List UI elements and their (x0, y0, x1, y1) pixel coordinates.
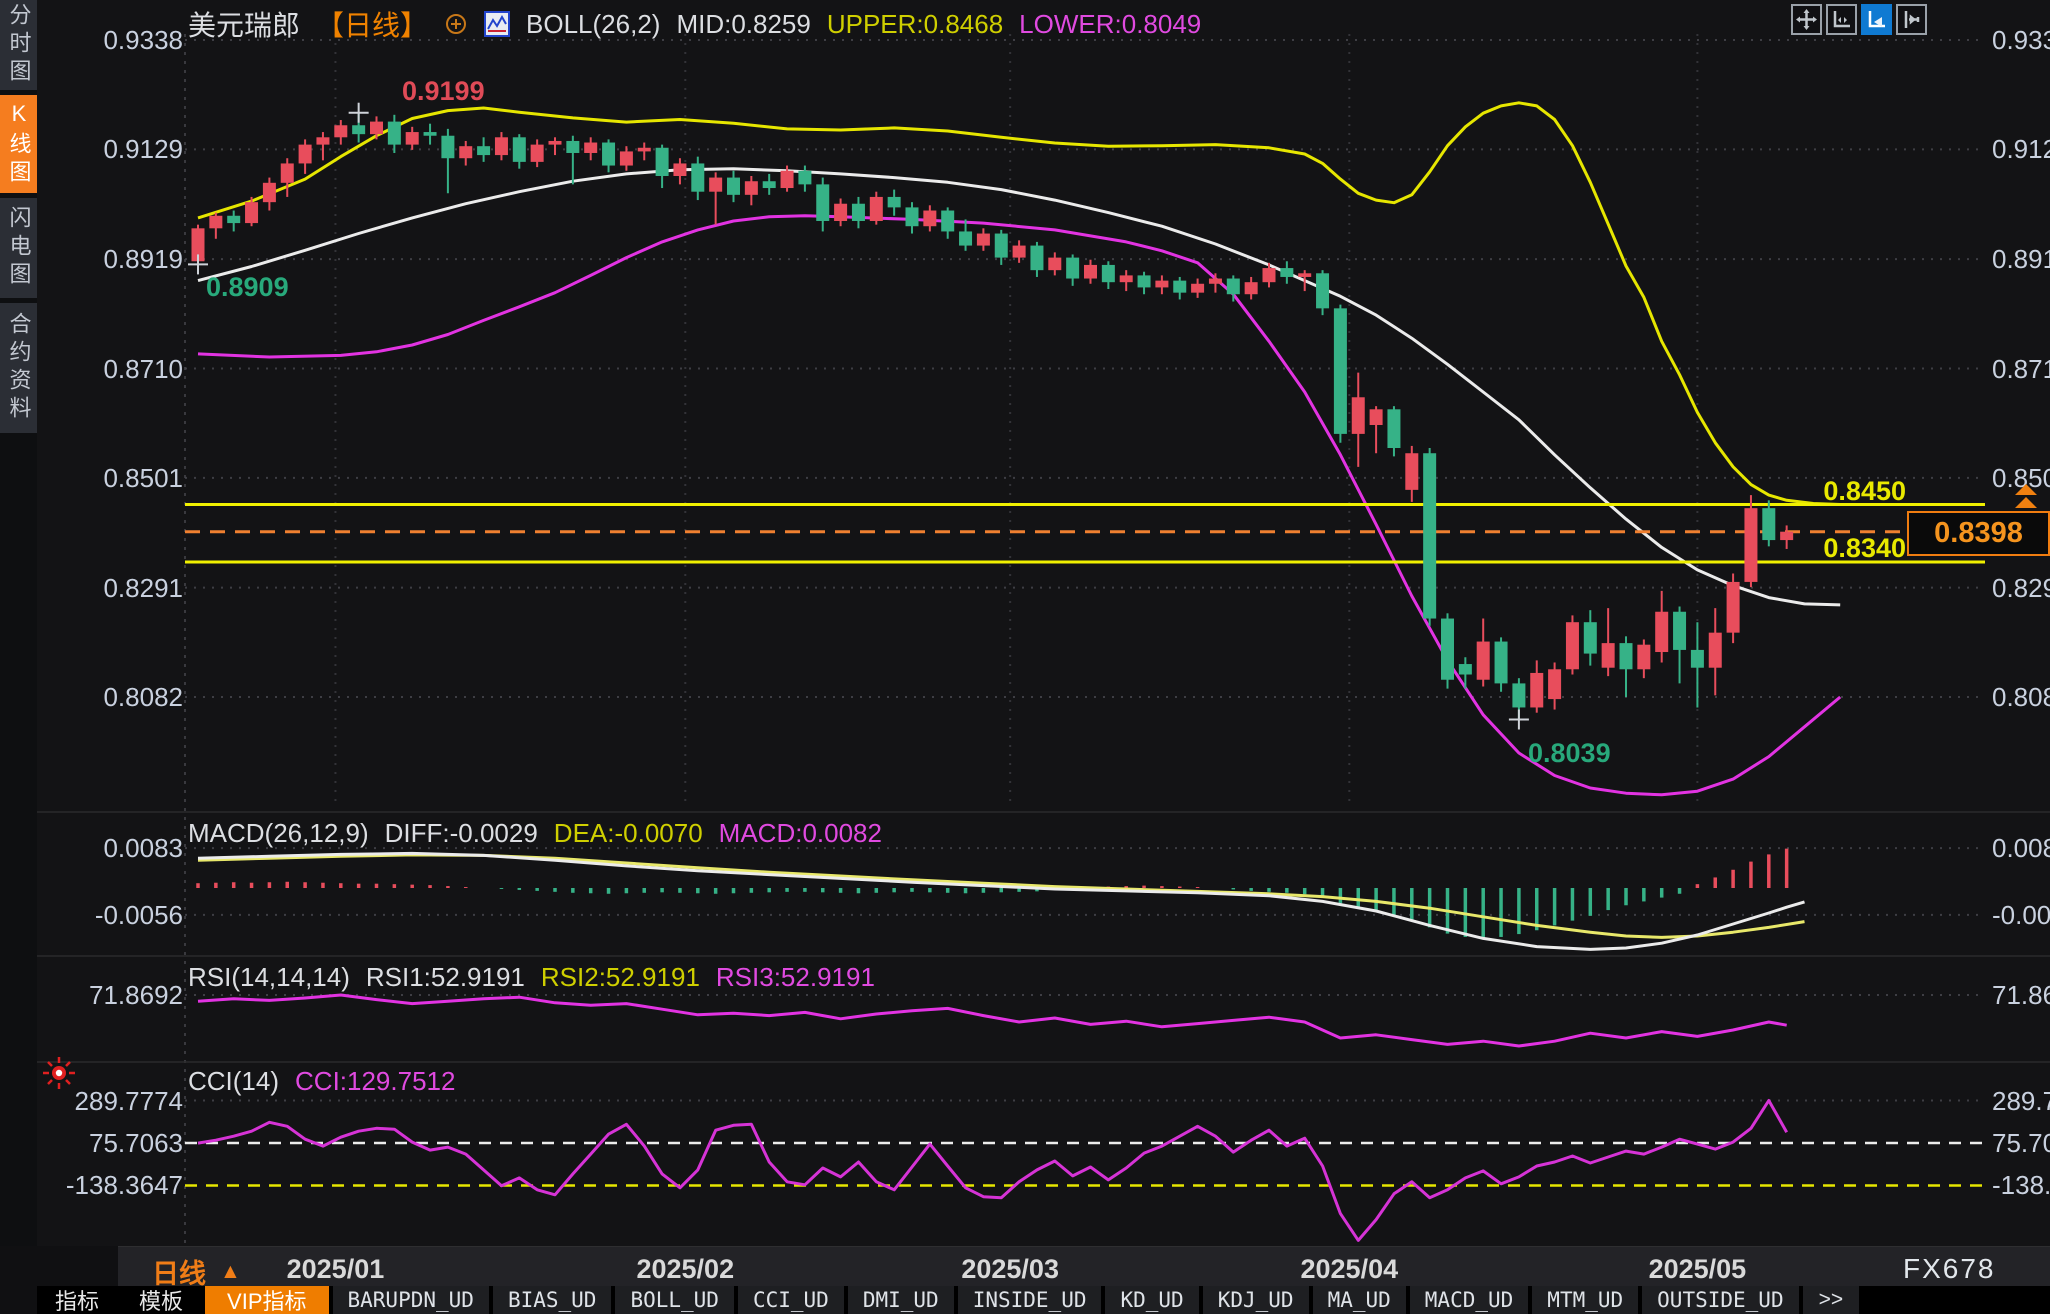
macd-title: MACD(26,12,9) (188, 818, 369, 848)
chart-toolbar (1791, 4, 1927, 35)
rsi-axis-label: 71.8692 (89, 980, 183, 1010)
tab-indicator-MA_UD[interactable]: MA_UD (1312, 1286, 1406, 1314)
cci-axis-label: -138.3647 (65, 1170, 183, 1201)
macd-dea-value: DEA:-0.0070 (553, 818, 703, 848)
price-axis-label: 0.9338 (103, 25, 183, 55)
x-axis-month-label: 2025/04 (1300, 1254, 1399, 1284)
macd-axis-label: 0.0083 (103, 833, 183, 864)
rsi-header: RSI(14,14,14) RSI1:52.9191 RSI2:52.9191 … (188, 962, 875, 993)
tab-indicator-BIAS_UD[interactable]: BIAS_UD (492, 1286, 612, 1314)
tab-indicator-KDJ_UD[interactable]: KDJ_UD (1202, 1286, 1309, 1314)
start-low-annotation: 0.8909 (206, 272, 289, 302)
indicator-tab-bar: 指标 模板 VIP指标 BARUPDN_UD BIAS_UD BOLL_UD CCI_UD D… (37, 1286, 2050, 1314)
cci-value: CCI:129.7512 (295, 1066, 456, 1096)
tab-indicator-KD_UD[interactable]: KD_UD (1105, 1286, 1199, 1314)
boll-upper-value: UPPER:0.8468 (826, 8, 1004, 39)
price-axis-label: 0.9338 (1992, 25, 2050, 55)
rsi3-value: RSI3:52.9191 (715, 962, 875, 992)
boll-title: BOLL(26,2) (526, 8, 661, 39)
tab-indicator-BARUPDN_UD[interactable]: BARUPDN_UD (332, 1286, 489, 1314)
x-axis-month-label: 2025/03 (961, 1254, 1059, 1284)
tab-indicator-INSIDE_UD[interactable]: INSIDE_UD (957, 1286, 1102, 1314)
macd-axis-label: -0.0056 (94, 899, 183, 930)
price-up-arrow-icon (2013, 484, 2039, 510)
cci-axis-label: 75.7063 (89, 1128, 183, 1158)
x-axis-scale-icon[interactable] (1826, 4, 1857, 35)
x-axis-month-label: 2025/02 (636, 1254, 735, 1284)
price-axis-label: 0.9129 (1992, 134, 2050, 165)
add-indicator-icon[interactable] (444, 12, 468, 36)
price-axis-label: 0.8291 (1992, 572, 2050, 603)
symbol-title: 美元瑞郎 (188, 10, 301, 41)
tab-indicator-MTM_UD[interactable]: MTM_UD (1532, 1286, 1639, 1314)
support-level-label: 0.8340 (1823, 533, 1906, 563)
macd-axis-label: 0.0083 (1992, 833, 2050, 864)
rsi-axis-label: 71.8692 (1992, 980, 2050, 1010)
macd-value: MACD:0.0082 (718, 818, 882, 848)
rsi2-value: RSI2:52.9191 (540, 962, 700, 992)
main-chart-header: 美元瑞郎 【日线】 BOLL(26,2) MID:0.8259 UPPER:0.… (188, 4, 1201, 44)
price-axis-label: 0.8710 (1992, 353, 2050, 384)
x-axis-month-label: 2025/05 (1648, 1254, 1747, 1284)
tab-more-indicators[interactable]: >> (1802, 1286, 1860, 1314)
cci-axis-label: 75.7063 (1992, 1128, 2050, 1158)
price-axis-label: 0.8919 (103, 244, 183, 275)
low-annotation: 0.8039 (1528, 738, 1611, 768)
trading-app: 分时图 K线图 闪电图 合约资料 美元瑞郎 【日线】 BOLL(26,2) MID:0… (0, 0, 2050, 1314)
cci-axis-label: -138.3647 (1992, 1170, 2050, 1201)
rsi1-value: RSI1:52.9191 (365, 962, 525, 992)
boll-mid-value: MID:0.8259 (676, 8, 811, 39)
price-axis-label: 0.8919 (1992, 244, 2050, 275)
price-axis-label: 0.8082 (103, 682, 183, 712)
tab-templates[interactable]: 模板 (121, 1286, 201, 1314)
period-tag: 【日线】 (316, 10, 429, 41)
tab-indicator-CCI_UD[interactable]: CCI_UD (737, 1286, 844, 1314)
chart-canvas[interactable] (0, 0, 2050, 1314)
macd-header: MACD(26,12,9) DIFF:-0.0029 DEA:-0.0070 M… (188, 818, 882, 849)
price-axis-label: 0.8501 (103, 462, 183, 493)
tab-indicator-BOLL_UD[interactable]: BOLL_UD (615, 1286, 734, 1314)
auto-scale-icon[interactable] (1861, 4, 1892, 35)
cci-header: CCI(14) CCI:129.7512 (188, 1066, 455, 1097)
boll-lower-value: LOWER:0.8049 (1019, 8, 1202, 39)
chevron-up-icon: ▲ (220, 1259, 241, 1283)
cci-title: CCI(14) (188, 1066, 280, 1096)
rsi-title: RSI(14,14,14) (188, 962, 350, 992)
indicator-chart-icon[interactable] (484, 11, 511, 37)
resistance-level-label: 0.8450 (1823, 476, 1906, 506)
price-axis-label: 0.9129 (103, 134, 183, 165)
tab-indicator-MACD_UD[interactable]: MACD_UD (1409, 1286, 1529, 1314)
price-axis-label: 0.8291 (103, 572, 183, 603)
tab-indicators[interactable]: 指标 (37, 1286, 117, 1314)
high-annotation: 0.9199 (402, 76, 485, 106)
tab-vip-indicators[interactable]: VIP指标 (205, 1286, 329, 1314)
pan-icon[interactable] (1791, 4, 1822, 35)
price-axis-label: 0.8082 (1992, 682, 2050, 712)
macd-axis-label: -0.0056 (1992, 899, 2050, 930)
tab-indicator-DMI_UD[interactable]: DMI_UD (847, 1286, 954, 1314)
cci-axis-label: 289.7774 (1992, 1085, 2050, 1116)
price-axis-label: 0.8710 (103, 353, 183, 384)
macd-diff-value: DIFF:-0.0029 (384, 818, 538, 848)
tab-indicator-OUTSIDE_UD[interactable]: OUTSIDE_UD (1642, 1286, 1799, 1314)
hot-indicator-icon[interactable] (40, 1054, 78, 1097)
y-axis-lock-icon[interactable] (1896, 4, 1927, 35)
brand-watermark: FX678 (1903, 1253, 1996, 1284)
x-axis-month-label: 2025/01 (286, 1254, 385, 1284)
last-price-box: 0.8398 (1907, 511, 2050, 556)
